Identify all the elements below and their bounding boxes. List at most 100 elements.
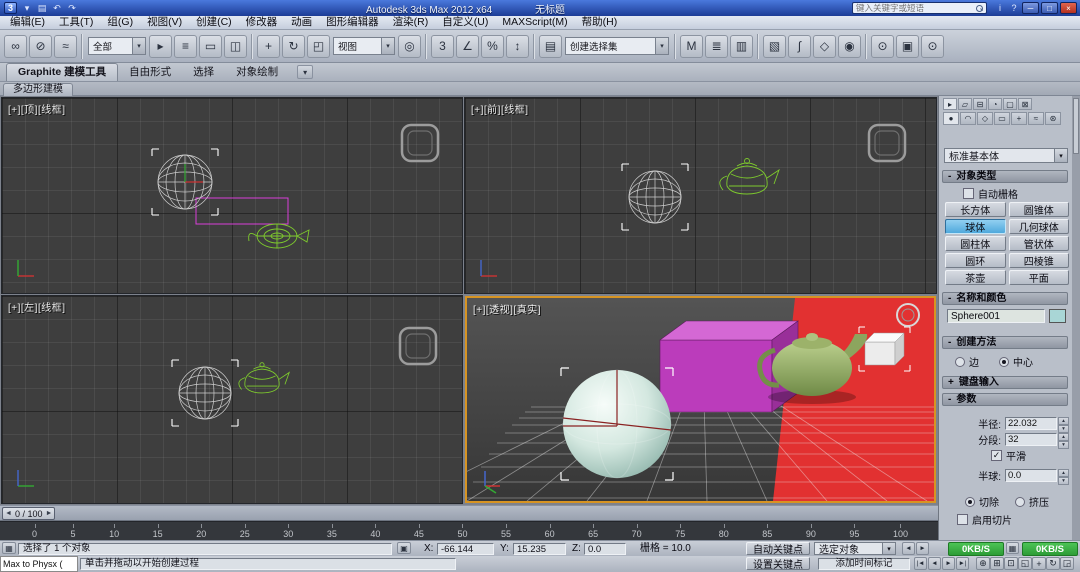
menu-item-10[interactable]: MAXScript(M) [495,16,574,29]
time-slider-track[interactable]: ◄ 0 / 100 ► [0,505,938,521]
selection-filter-dropdown[interactable]: 全部▾ [88,37,146,55]
panel-scrollbar[interactable] [1072,96,1080,540]
selected-set-arrow-icon[interactable]: ▾ [882,543,895,554]
next-frame-icon[interactable]: ► [916,542,929,555]
hemisphere-spinner[interactable]: ▴▾ [1058,469,1069,482]
object-type-button-9[interactable]: 平面 [1009,270,1070,285]
rollout-keyboard-entry[interactable]: + 键盘输入 [942,376,1068,389]
chop-radio[interactable] [965,497,975,507]
radius-spinner[interactable]: ▴▾ [1058,417,1069,430]
time-slider-prev-icon[interactable]: ◄ [5,510,12,517]
select-object-icon[interactable]: ▸ [149,35,172,58]
minimize-button[interactable]: ─ [1022,2,1039,14]
spinner-snap-icon[interactable]: ↕ [506,35,529,58]
object-type-button-2[interactable]: 球体 [945,219,1006,234]
object-type-button-3[interactable]: 几何球体 [1009,219,1070,234]
ribbon-tab-2[interactable]: 选择 [182,64,225,81]
radius-field[interactable]: 22.032 [1005,417,1057,430]
select-and-scale-icon[interactable]: ◰ [307,35,330,58]
panel-scrollbar-thumb[interactable] [1073,98,1079,154]
viewport-front-label[interactable]: [+][前][线框] [471,101,529,116]
primitive-category-arrow-icon[interactable]: ▾ [1054,149,1067,162]
cameras-category-icon[interactable]: ▭ [994,112,1010,125]
auto-key-button[interactable]: 自动关键点 [746,542,810,555]
geometry-category-icon[interactable]: ● [943,112,959,125]
rollout-object-type[interactable]: - 对象类型 [942,170,1068,183]
lock-selection-icon[interactable]: ▣ [397,542,411,554]
tab-polygon-modeling[interactable]: 多边形建模 [3,83,73,96]
mirror-icon[interactable]: M [680,35,703,58]
save-icon[interactable]: ▤ [35,2,49,14]
bind-to-space-warp-icon[interactable]: ≈ [54,35,77,58]
reference-coordinate-dropdown-arrow-icon[interactable]: ▾ [381,38,394,54]
infocenter-search[interactable] [852,2,987,14]
render-setup-icon[interactable]: ⊙ [871,35,894,58]
percent-snap-icon[interactable]: % [481,35,504,58]
material-editor-icon[interactable]: ◉ [838,35,861,58]
select-and-link-icon[interactable]: ∞ [4,35,27,58]
object-name-field[interactable] [947,309,1045,323]
viewport-perspective-canvas[interactable] [467,298,934,501]
slice-checkbox[interactable] [957,514,968,525]
help-icon[interactable]: ? [1007,2,1021,14]
segments-spinner[interactable]: ▴▾ [1058,433,1069,446]
viewport-left-canvas[interactable] [2,296,462,503]
zoom-all-icon[interactable]: ⊞ [990,557,1004,570]
rollout-creation-method[interactable]: - 创建方法 [942,336,1068,349]
selected-set-dropdown[interactable]: 选定对象 ▾ [814,542,896,555]
render-production-icon[interactable]: ⊙ [921,35,944,58]
time-slider-handle[interactable]: ◄ 0 / 100 ► [2,507,55,520]
creation-center-radio[interactable] [999,357,1009,367]
space-warps-category-icon[interactable]: ≈ [1028,112,1044,125]
menu-item-11[interactable]: 帮助(H) [575,16,625,29]
x-coord-field[interactable]: -66.144 [437,543,494,555]
pan-view-icon[interactable]: + [1032,557,1046,570]
viewport-top-label[interactable]: [+][顶][线框] [8,101,66,116]
shapes-category-icon[interactable]: ◠ [960,112,976,125]
curve-editor-icon[interactable]: ∫ [788,35,811,58]
selection-filter-dropdown-arrow-icon[interactable]: ▾ [132,38,145,54]
viewport-top[interactable]: [+][顶][线框] [2,98,462,293]
object-type-button-8[interactable]: 茶壶 [945,270,1006,285]
menu-item-3[interactable]: 视图(V) [140,16,189,29]
object-type-button-5[interactable]: 管状体 [1009,236,1070,251]
graphite-ribbon-toggle-icon[interactable]: ▧ [763,35,786,58]
named-selection-set-dropdown[interactable]: 创建选择集▾ [565,37,669,55]
viewport-perspective-label[interactable]: [+][透视][真实] [473,301,541,316]
object-type-button-4[interactable]: 圆柱体 [945,236,1006,251]
named-selection-set-dropdown-arrow-icon[interactable]: ▾ [655,38,668,54]
select-and-rotate-icon[interactable]: ↻ [282,35,305,58]
reference-coordinate-dropdown[interactable]: 视图▾ [333,37,395,55]
snaps-toggle-icon[interactable]: 3 [431,35,454,58]
z-coord-field[interactable]: 0.0 [584,543,626,555]
viewport-left[interactable]: [+][左][线框] [2,296,462,503]
viewport-front[interactable]: [+][前][线框] [465,98,936,293]
display-tab-icon[interactable]: ▢ [1003,98,1017,110]
object-type-button-0[interactable]: 长方体 [945,202,1006,217]
rollout-name-color[interactable]: - 名称和颜色 [942,292,1068,305]
app-logo-icon[interactable]: 3 [4,2,17,14]
layer-manager-icon[interactable]: ▥ [730,35,753,58]
align-icon[interactable]: ≣ [705,35,728,58]
rectangular-selection-region-icon[interactable]: ▭ [199,35,222,58]
schematic-view-icon[interactable]: ◇ [813,35,836,58]
ribbon-tab-3[interactable]: 对象绘制 [225,64,289,81]
viewport-perspective[interactable]: [+][透视][真实] [465,296,936,503]
object-color-swatch[interactable] [1049,309,1066,323]
creation-edge-radio[interactable] [955,357,965,367]
redo-icon[interactable]: ↷ [65,2,79,14]
zoom-icon[interactable]: ⊕ [976,557,990,570]
go-to-end-icon[interactable]: ►| [956,557,969,570]
orbit-viewport-icon[interactable]: ↻ [1046,557,1060,570]
menu-item-6[interactable]: 动画 [284,16,319,29]
autogrid-checkbox[interactable] [963,188,974,199]
menu-item-1[interactable]: 工具(T) [52,16,100,29]
ribbon-tab-0[interactable]: Graphite 建模工具 [6,63,118,81]
angle-snap-icon[interactable]: ∠ [456,35,479,58]
motion-tab-icon[interactable]: ◔ [988,98,1002,110]
maximize-button[interactable]: □ [1041,2,1058,14]
menu-item-2[interactable]: 组(G) [100,16,140,29]
helpers-category-icon[interactable]: + [1011,112,1027,125]
primitive-category-dropdown[interactable]: 标准基本体 ▾ [944,148,1068,163]
menu-item-4[interactable]: 创建(C) [189,16,239,29]
